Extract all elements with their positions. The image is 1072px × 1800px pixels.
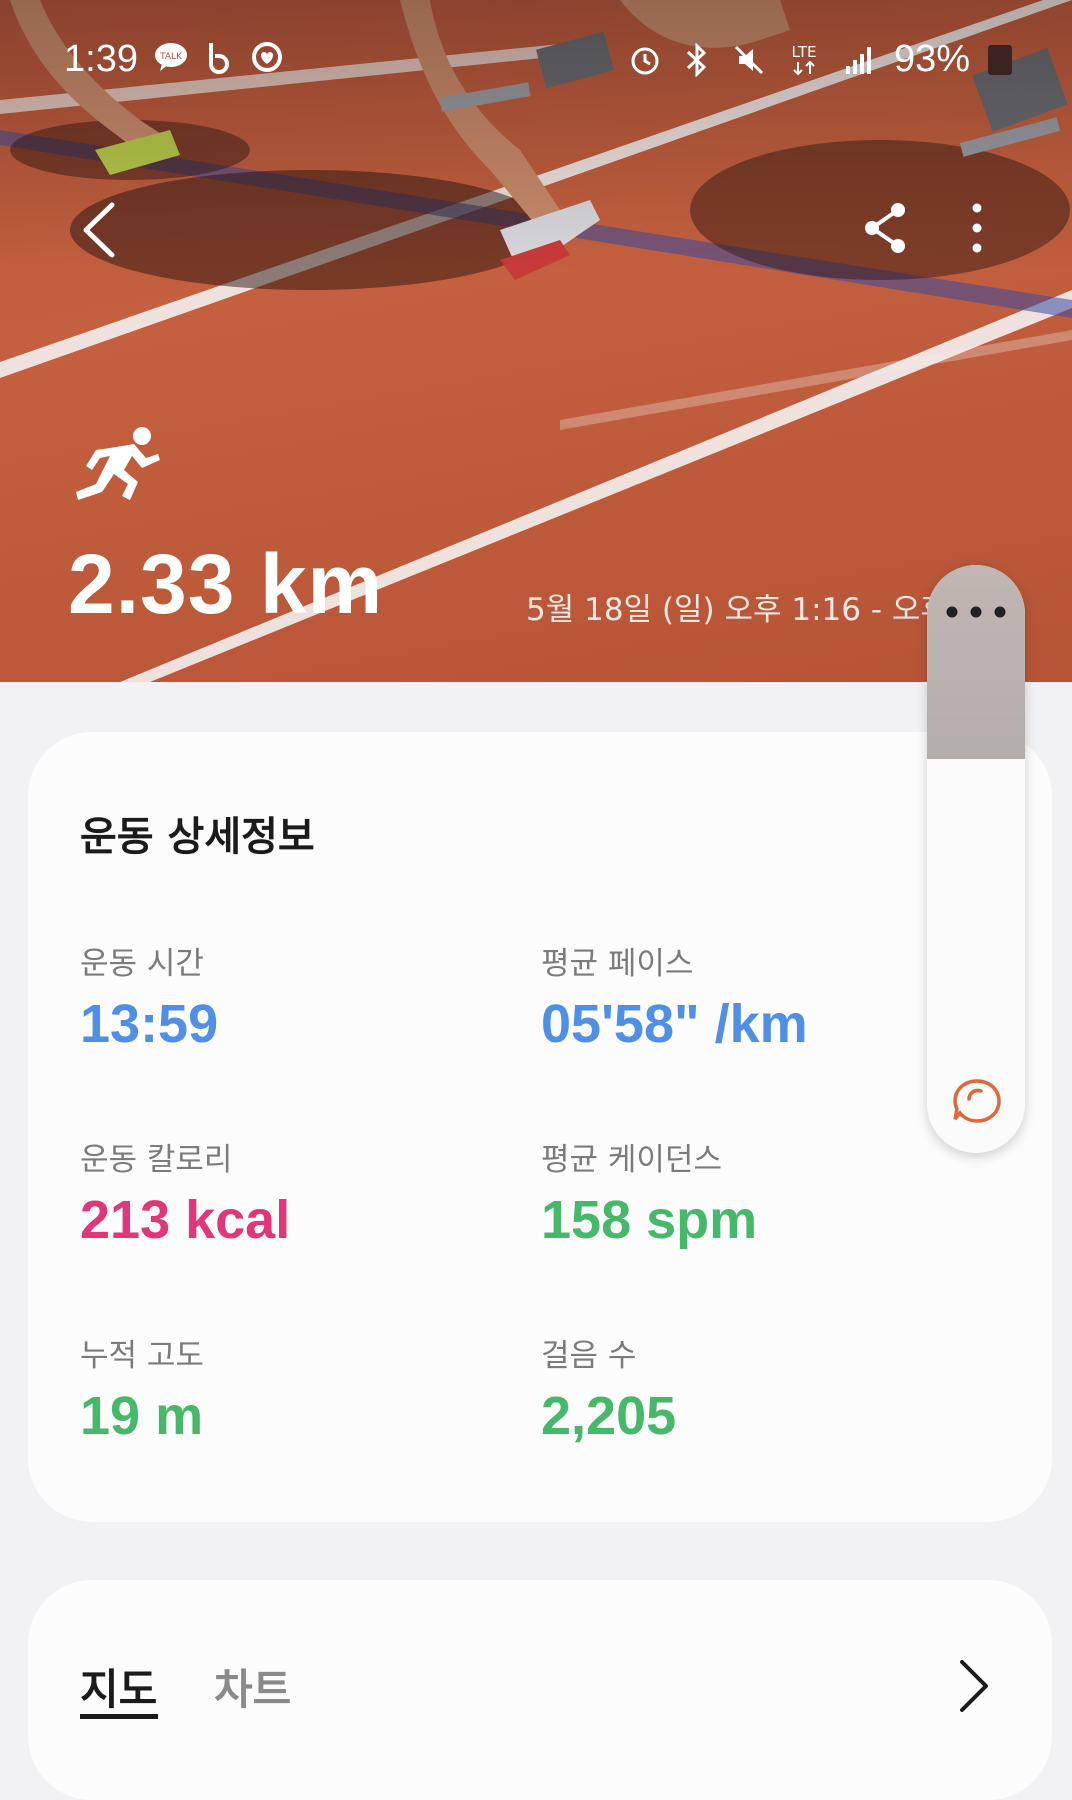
back-button[interactable] <box>72 195 128 265</box>
edge-panel-handle[interactable] <box>927 565 1025 1153</box>
workout-details-card: 운동 상세정보 운동 시간 13:59 평균 페이스 05'58" /km 운동… <box>28 732 1052 1522</box>
expand-button[interactable] <box>950 1654 994 1718</box>
chat-bubble-icon[interactable] <box>951 1077 1003 1127</box>
distance-value: 2.33 km <box>68 537 384 631</box>
metric-elevation-gain: 누적 고도 19 m <box>80 1330 204 1447</box>
metric-calories: 운동 칼로리 213 kcal <box>80 1134 290 1251</box>
svg-text:LTE: LTE <box>791 43 816 61</box>
metric-avg-pace: 평균 페이스 05'58" /km <box>541 938 808 1055</box>
battery-icon <box>988 44 1012 75</box>
tab-selected-indicator <box>80 1714 158 1719</box>
tab-chart[interactable]: 차트 <box>214 1656 291 1717</box>
metric-value: 2,205 <box>541 1386 677 1446</box>
tab-map[interactable]: 지도 <box>80 1656 157 1717</box>
alarm-icon <box>628 43 662 77</box>
metric-label: 평균 케이던스 <box>541 1142 722 1178</box>
metric-avg-cadence: 평균 케이던스 158 spm <box>541 1134 757 1251</box>
running-icon <box>72 426 168 506</box>
bluetooth-icon <box>680 42 714 77</box>
kakaotalk-icon: TALK <box>154 40 188 74</box>
share-icon <box>865 203 905 253</box>
metric-duration: 운동 시간 13:59 <box>80 938 218 1055</box>
status-time: 1:39 <box>64 38 138 80</box>
band-icon <box>202 40 236 74</box>
card-title: 운동 상세정보 <box>80 814 315 860</box>
metric-label: 걸음 수 <box>541 1338 637 1374</box>
edge-panel-top <box>927 565 1025 759</box>
metric-label: 누적 고도 <box>80 1338 204 1374</box>
metric-value: 05'58" /km <box>541 994 808 1054</box>
metric-label: 평균 페이스 <box>541 946 694 982</box>
metric-steps: 걸음 수 2,205 <box>541 1330 676 1447</box>
metric-value: 19 m <box>80 1386 204 1446</box>
battery-percent: 93% <box>893 38 970 80</box>
workout-date-range: 5월 18일 (일) 오후 1:16 - 오후 <box>526 592 936 628</box>
metric-value: 13:59 <box>80 994 219 1054</box>
chevron-right-icon <box>960 1660 988 1712</box>
more-horizontal-icon[interactable] <box>945 605 1007 619</box>
metric-label: 운동 시간 <box>80 946 204 982</box>
hero-banner: 1:39 TALK LTE 93% 2.33 km 5월 18일 (일) 오후 … <box>0 0 1072 682</box>
metric-label: 운동 칼로리 <box>80 1142 233 1178</box>
metric-value: 158 spm <box>541 1190 758 1250</box>
metric-value: 213 kcal <box>80 1190 291 1250</box>
chevron-left-icon <box>83 202 115 258</box>
health-ring-icon <box>250 40 284 74</box>
signal-icon <box>842 43 876 77</box>
svg-text:TALK: TALK <box>159 52 183 62</box>
share-button[interactable] <box>860 200 912 256</box>
mute-icon <box>732 43 766 77</box>
map-chart-card: 지도 차트 <box>28 1580 1052 1800</box>
lte-icon: LTE <box>784 43 824 77</box>
more-vertical-icon <box>972 203 982 253</box>
status-bar: 1:39 TALK LTE 93% <box>0 0 1072 120</box>
more-options-button[interactable] <box>960 200 994 256</box>
